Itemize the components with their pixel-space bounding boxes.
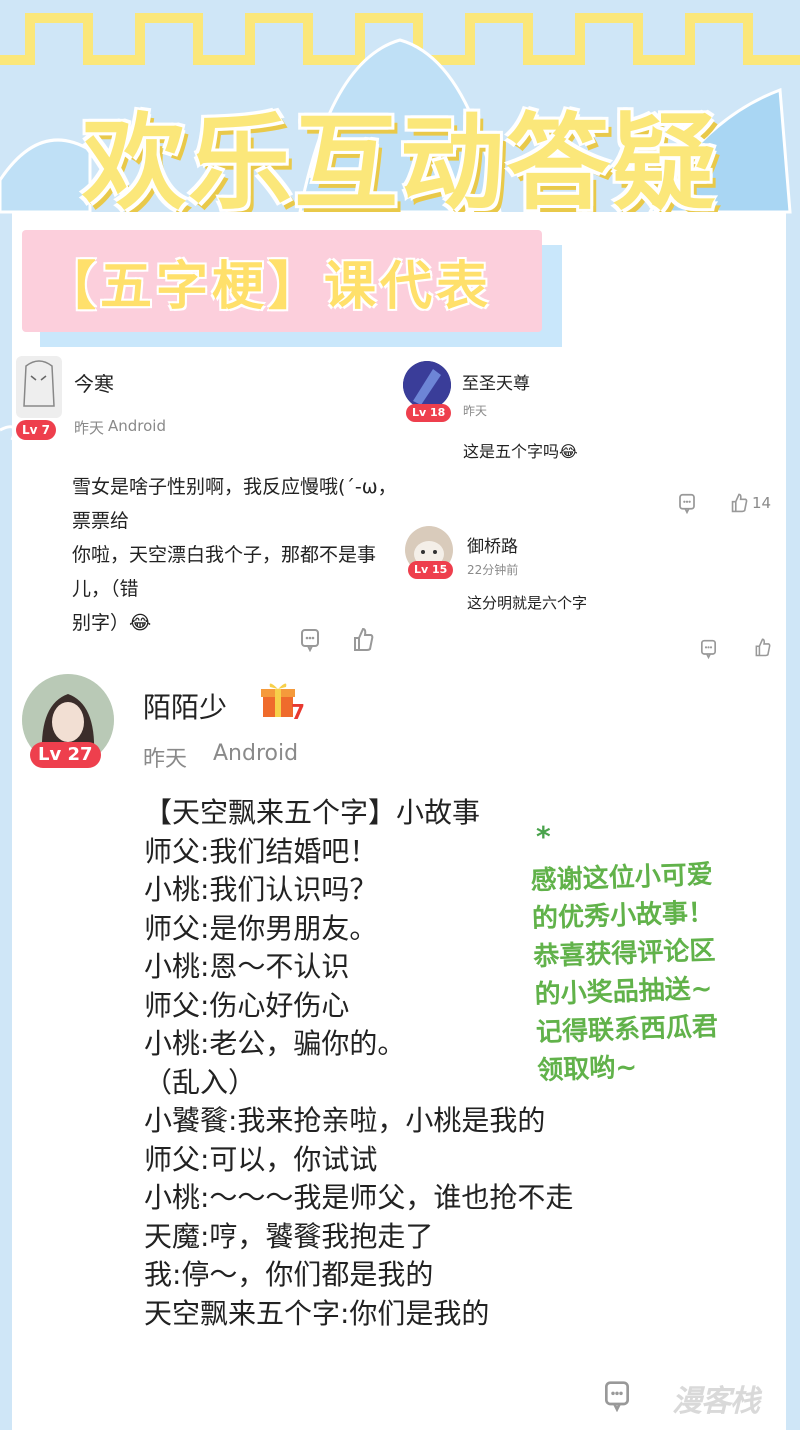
- like-icon[interactable]: [730, 492, 748, 513]
- story-line: 小桃:～～～我是师父，谁也抢不走: [144, 1181, 574, 1214]
- like-icon[interactable]: [352, 626, 374, 652]
- comment-text: 这是五个字吗😂: [463, 442, 578, 461]
- note-star: *: [536, 820, 551, 853]
- comment-text: 雪女是啥子性别啊，我反应慢哦(´-ω，票票给 你啦，天空漂白我个子，那都不是事儿…: [72, 470, 412, 640]
- reply-icon[interactable]: [300, 628, 320, 652]
- username[interactable]: 陌陌少: [143, 686, 227, 726]
- timestamp: 昨天: [463, 404, 488, 418]
- like-icon[interactable]: [754, 637, 771, 657]
- editor-note: 感谢这位小可爱 的优秀小故事！ 恭喜获得评论区 的小奖品抽送~ 记得联系西瓜君 …: [530, 854, 778, 1090]
- story-line: 天空飘来五个字:你们是我的: [144, 1296, 490, 1330]
- device-label: Android: [108, 417, 166, 435]
- avatar[interactable]: [16, 356, 62, 418]
- topic-tag: 【五字梗】课代表: [22, 230, 542, 332]
- reply-icon[interactable]: [700, 639, 717, 659]
- avatar-galaxy-icon: [403, 361, 451, 409]
- reply-icon[interactable]: [600, 1380, 634, 1412]
- avatar-sketch-icon: [23, 360, 55, 407]
- banner-title: 欢乐互动答疑: [81, 102, 718, 224]
- story-line: 我:停～，你们都是我的: [144, 1258, 434, 1291]
- watermark: 漫客栈: [672, 1384, 760, 1419]
- comment-text: 这分明就是六个字: [467, 594, 588, 612]
- story-line: 天魔:哼，饕餮我抱走了: [144, 1219, 434, 1253]
- avatar[interactable]: [403, 361, 451, 409]
- story-line: 师父:可以，你试试: [144, 1142, 378, 1176]
- reply-icon[interactable]: [678, 493, 696, 514]
- timestamp: 昨天: [74, 419, 105, 437]
- like-count: 14: [752, 494, 772, 512]
- username[interactable]: 今寒: [74, 368, 114, 397]
- story-line: 【天空飘来五个字】小故事: [144, 796, 481, 829]
- comment-line: 你啦，天空漂白我个子，那都不是事儿，（错: [72, 544, 377, 600]
- story-line: 小饕餮:我来抢亲啦，小桃是我的: [144, 1104, 546, 1137]
- topic-tag-label: 【五字梗】课代表: [44, 256, 493, 317]
- level-badge: Lv 18: [406, 404, 452, 422]
- comment-line: 雪女是啥子性别啊，我反应慢哦(´-ω，票票给: [72, 476, 397, 532]
- username[interactable]: 至圣天尊: [462, 369, 530, 394]
- level-badge: Lv 15: [408, 561, 454, 579]
- device-label: Android: [213, 741, 299, 766]
- timestamp: 22分钟前: [467, 563, 519, 577]
- timestamp: 昨天: [143, 747, 188, 772]
- username[interactable]: 御桥路: [467, 532, 518, 557]
- level-badge: Lv 27: [30, 742, 101, 768]
- level-badge: Lv 7: [16, 420, 56, 440]
- gift-count: 7: [291, 700, 305, 724]
